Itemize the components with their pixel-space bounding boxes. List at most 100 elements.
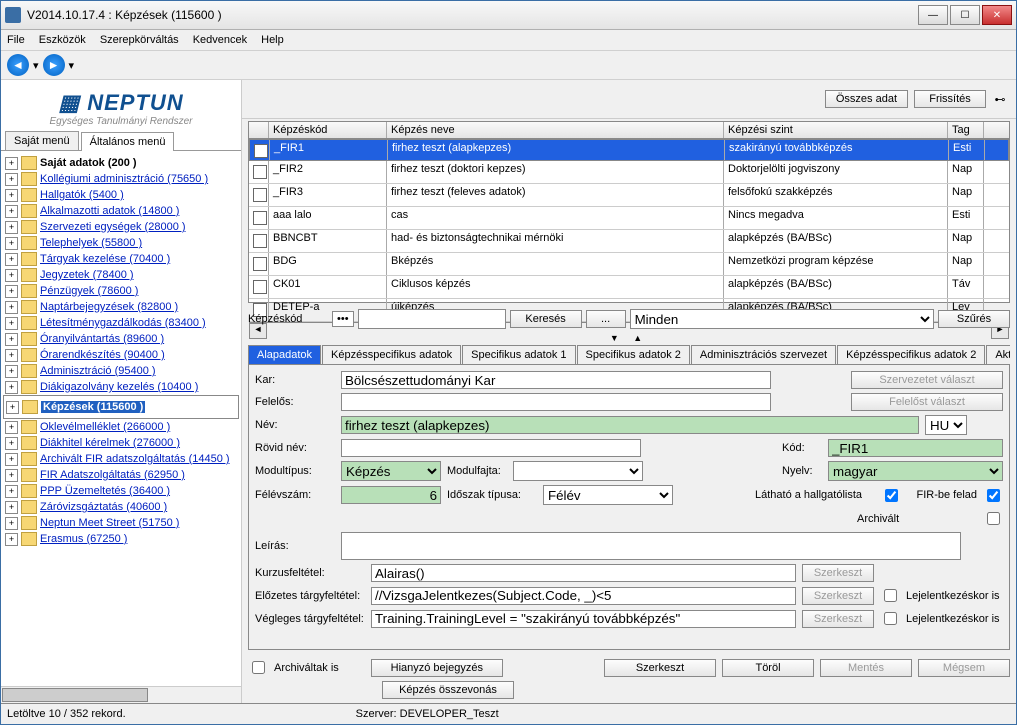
nav-tree[interactable]: +Saját adatok (200 )+Kollégiumi adminisz… <box>1 151 241 686</box>
felelos-field[interactable] <box>341 393 771 411</box>
search-mode-icon[interactable]: ••• <box>332 311 354 327</box>
table-row[interactable]: BBNCBThad- és biztonságtechnikai mérnöki… <box>249 230 1009 253</box>
expand-icon[interactable]: + <box>5 253 18 266</box>
tree-node[interactable]: +Órarendkészítés (90400 ) <box>3 347 239 363</box>
modulfajta-select[interactable] <box>513 461 643 481</box>
row-check[interactable] <box>253 188 267 202</box>
tree-node[interactable]: +Pénzügyek (78600 ) <box>3 283 239 299</box>
felevszam-field[interactable] <box>341 486 441 504</box>
row-check[interactable] <box>253 280 267 294</box>
elozetes-field[interactable] <box>371 587 796 605</box>
tab-altalanos-menu[interactable]: Általános menü <box>81 132 175 151</box>
splitter-icon[interactable]: ▼ ▲ <box>242 333 1016 345</box>
torol-button[interactable]: Töröl <box>722 659 814 677</box>
tab-spec2[interactable]: Specifikus adatok 2 <box>577 345 690 364</box>
menu-file[interactable]: File <box>7 34 25 46</box>
menu-tools[interactable]: Eszközök <box>39 34 86 46</box>
tree-node[interactable]: +PPP Üzemeltetés (36400 ) <box>3 483 239 499</box>
col-kepzeskod[interactable]: Képzéskód <box>269 122 387 138</box>
expand-icon[interactable]: + <box>5 173 18 186</box>
kod-field[interactable] <box>828 439 1003 457</box>
search-button[interactable]: Keresés <box>510 310 582 328</box>
tree-node[interactable]: +Kollégiumi adminisztráció (75650 ) <box>3 171 239 187</box>
kurzus-field[interactable] <box>371 564 796 582</box>
vegleges-field[interactable] <box>371 610 796 628</box>
tree-node[interactable]: +Alkalmazotti adatok (14800 ) <box>3 203 239 219</box>
col-kepzesneve[interactable]: Képzés neve <box>387 122 724 138</box>
row-check[interactable] <box>254 144 268 158</box>
expand-icon[interactable]: + <box>6 401 19 414</box>
szervezet-button[interactable]: Szervezetet választ <box>851 371 1003 389</box>
nyelv-select[interactable]: magyar <box>828 461 1003 481</box>
nav-forward-button[interactable]: ► <box>43 54 65 76</box>
table-row[interactable]: BDGBképzésNemzetközi program képzéseNap <box>249 253 1009 276</box>
expand-icon[interactable]: + <box>5 501 18 514</box>
expand-icon[interactable]: + <box>5 237 18 250</box>
lang-select[interactable]: HU <box>925 415 967 435</box>
fir-check[interactable] <box>987 489 1000 502</box>
pin-icon[interactable]: ⊷ <box>992 91 1008 107</box>
modultipus-select[interactable]: Képzés <box>341 461 441 481</box>
leiras-field[interactable] <box>341 532 961 560</box>
expand-icon[interactable]: + <box>5 349 18 362</box>
expand-icon[interactable]: + <box>5 485 18 498</box>
menu-role[interactable]: Szerepkörváltás <box>100 34 179 46</box>
tree-node[interactable]: +Telephelyek (55800 ) <box>3 235 239 251</box>
tree-node[interactable]: +Diákhitel kérelmek (276000 ) <box>3 435 239 451</box>
hianyzo-button[interactable]: Hianyzó bejegyzés <box>371 659 503 677</box>
tree-node[interactable]: +Archivált FIR adatszolgáltatás (14450 ) <box>3 451 239 467</box>
expand-icon[interactable]: + <box>5 157 18 170</box>
expand-icon[interactable]: + <box>5 453 18 466</box>
table-row[interactable]: _FIR1firhez teszt (alapkepzes)szakirányú… <box>249 139 1009 161</box>
expand-icon[interactable]: + <box>5 469 18 482</box>
table-row[interactable]: _FIR2firhez teszt (doktori kepzes)Doktor… <box>249 161 1009 184</box>
tree-node[interactable]: +Óranyilvántartás (89600 ) <box>3 331 239 347</box>
kar-field[interactable] <box>341 371 771 389</box>
tree-hscroll[interactable] <box>1 686 241 703</box>
tab-kepzesspec[interactable]: Képzésspecifikus adatok <box>322 345 461 364</box>
tree-node[interactable]: +Hallgatók (5400 ) <box>3 187 239 203</box>
tab-admin[interactable]: Adminisztrációs szervezet <box>691 345 836 364</box>
tree-node[interactable]: +Oklevélmelléklet (266000 ) <box>3 419 239 435</box>
tree-node[interactable]: +Képzések (115600 ) <box>3 395 239 419</box>
elozetes-lejel-check[interactable] <box>884 589 897 602</box>
chevron-down-icon[interactable]: ▾ <box>33 59 39 72</box>
vegleges-edit-button[interactable]: Szerkeszt <box>802 610 874 628</box>
expand-icon[interactable]: + <box>5 269 18 282</box>
tab-spec1[interactable]: Specifikus adatok 1 <box>462 345 575 364</box>
row-check[interactable] <box>253 165 267 179</box>
tree-node[interactable]: +Diákigazolvány kezelés (10400 ) <box>3 379 239 395</box>
tree-node[interactable]: +Jegyzetek (78400 ) <box>3 267 239 283</box>
kurzus-edit-button[interactable]: Szerkeszt <box>802 564 874 582</box>
expand-icon[interactable]: + <box>5 221 18 234</box>
tab-aktu[interactable]: Aktu <box>986 345 1010 364</box>
rovidnev-field[interactable] <box>341 439 641 457</box>
expand-icon[interactable]: + <box>5 189 18 202</box>
tree-node[interactable]: +Záróvizsgáztatás (40600 ) <box>3 499 239 515</box>
row-check[interactable] <box>253 234 267 248</box>
mentes-button[interactable]: Mentés <box>820 659 912 677</box>
search-more-button[interactable]: ... <box>586 310 626 328</box>
tab-kepzesspec2[interactable]: Képzésspecifikus adatok 2 <box>837 345 985 364</box>
table-row[interactable]: _FIR3firhez teszt (feleves adatok)felsőf… <box>249 184 1009 207</box>
minimize-button[interactable]: — <box>918 5 948 25</box>
nev-field[interactable] <box>341 416 919 434</box>
idoszak-select[interactable]: Félév <box>543 485 673 505</box>
tree-node[interactable]: +Tárgyak kezelése (70400 ) <box>3 251 239 267</box>
expand-icon[interactable]: + <box>5 533 18 546</box>
nav-back-button[interactable]: ◄ <box>7 54 29 76</box>
lathato-check[interactable] <box>885 489 898 502</box>
expand-icon[interactable]: + <box>5 381 18 394</box>
maximize-button[interactable]: ☐ <box>950 5 980 25</box>
close-button[interactable]: ✕ <box>982 5 1012 25</box>
megsem-button[interactable]: Mégsem <box>918 659 1010 677</box>
table-row[interactable]: CK01Ciklusos képzésalapképzés (BA/BSc)Tá… <box>249 276 1009 299</box>
col-tag[interactable]: Tag <box>948 122 984 138</box>
expand-icon[interactable]: + <box>5 301 18 314</box>
tab-alapadatok[interactable]: Alapadatok <box>248 345 321 364</box>
osszevonas-button[interactable]: Képzés összevonás <box>382 681 514 699</box>
tree-node[interactable]: +FIR Adatszolgáltatás (62950 ) <box>3 467 239 483</box>
tree-node[interactable]: +Neptun Meet Street (51750 ) <box>3 515 239 531</box>
filter-button[interactable]: Szűrés <box>938 310 1010 328</box>
menu-fav[interactable]: Kedvencek <box>193 34 247 46</box>
